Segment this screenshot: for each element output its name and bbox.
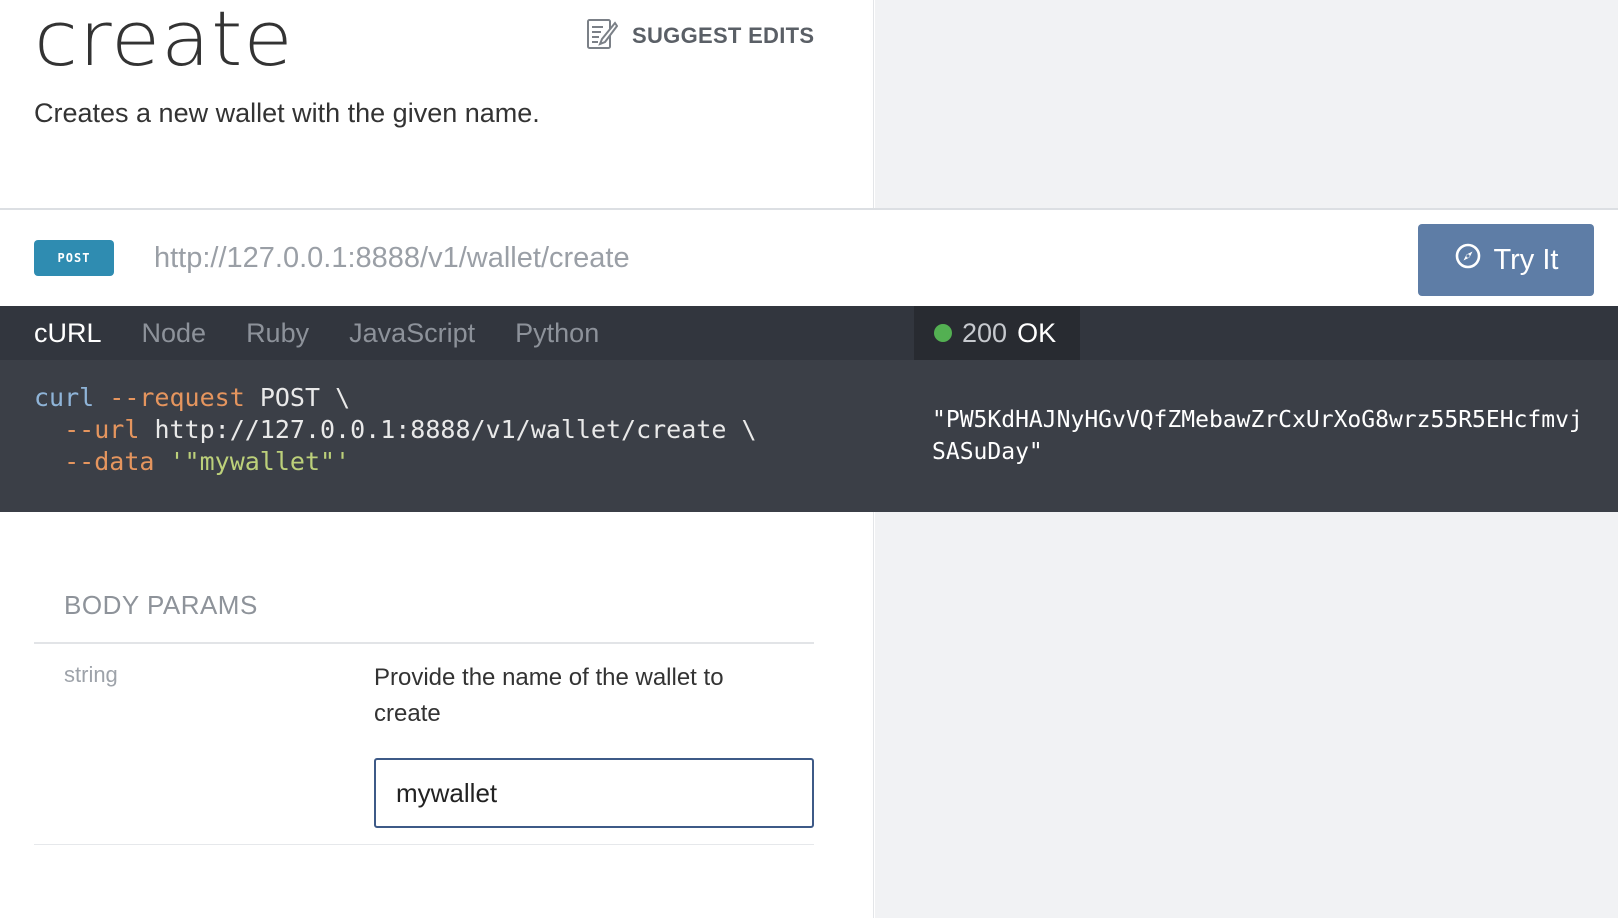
- tab-javascript[interactable]: JavaScript: [349, 318, 475, 349]
- api-reference-page: create SUGGEST EDITS Creates a new walle…: [0, 0, 1618, 918]
- page-title: create: [34, 0, 294, 83]
- param-description: Provide the name of the wallet to create: [374, 664, 724, 727]
- endpoint-header: create SUGGEST EDITS Creates a new walle…: [0, 0, 874, 208]
- code-flag-request: --request: [109, 383, 245, 412]
- tab-ruby[interactable]: Ruby: [246, 318, 309, 349]
- suggest-edits-button[interactable]: SUGGEST EDITS: [586, 18, 814, 54]
- try-it-label: Try It: [1493, 243, 1559, 276]
- status-badge[interactable]: 200 OK: [914, 306, 1080, 360]
- wallet-name-input[interactable]: [374, 758, 814, 828]
- endpoint-url-bar: POST http://127.0.0.1:8888/v1/wallet/cre…: [0, 210, 1618, 306]
- tab-python[interactable]: Python: [515, 318, 599, 349]
- body-params-heading: BODY PARAMS: [64, 590, 258, 620]
- language-tabs: cURL Node Ruby JavaScript Python: [0, 306, 874, 360]
- code-data-value: '"mywallet"': [169, 447, 351, 476]
- status-code: 200: [962, 317, 1008, 348]
- code-sample-panel: cURL Node Ruby JavaScript Python curl --…: [0, 306, 874, 512]
- code-sample: curl --request POST \ --url http://127.0…: [34, 382, 757, 478]
- header-side-panel: [875, 0, 1618, 208]
- compass-icon: [1454, 242, 1482, 278]
- endpoint-url: http://127.0.0.1:8888/v1/wallet/create: [154, 241, 630, 274]
- lower-side-panel: [875, 512, 1618, 918]
- code-line-continuation: \: [741, 415, 757, 444]
- suggest-edits-label: SUGGEST EDITS: [632, 23, 815, 48]
- body-params-section: BODY PARAMS string Provide the name of t…: [0, 512, 874, 918]
- code-command: curl: [34, 383, 95, 412]
- params-divider-bottom: [34, 844, 814, 845]
- params-divider: [34, 642, 814, 644]
- param-type: string: [64, 662, 118, 687]
- code-line-continuation: \: [335, 383, 351, 412]
- try-it-button[interactable]: Try It: [1418, 224, 1594, 296]
- status-text: OK: [1017, 317, 1057, 348]
- response-status-bar: 200 OK: [874, 306, 1618, 360]
- response-panel: 200 OK "PW5KdHAJNyHGvVQfZMebawZrCxUrXoG8…: [874, 306, 1618, 512]
- code-flag-url: --url: [64, 415, 140, 444]
- code-flag-data: --data: [64, 447, 155, 476]
- code-method-value: POST: [259, 383, 321, 412]
- response-body: "PW5KdHAJNyHGvVQfZMebawZrCxUrXoG8wrz55R5…: [932, 407, 1583, 465]
- tab-curl[interactable]: cURL: [34, 318, 102, 349]
- edit-document-icon: [586, 17, 619, 56]
- http-method-badge: POST: [34, 240, 114, 276]
- code-url-value: http://127.0.0.1:8888/v1/wallet/create: [154, 415, 727, 444]
- endpoint-description: Creates a new wallet with the given name…: [34, 98, 540, 128]
- tab-node[interactable]: Node: [142, 318, 207, 349]
- status-dot-icon: [934, 324, 952, 342]
